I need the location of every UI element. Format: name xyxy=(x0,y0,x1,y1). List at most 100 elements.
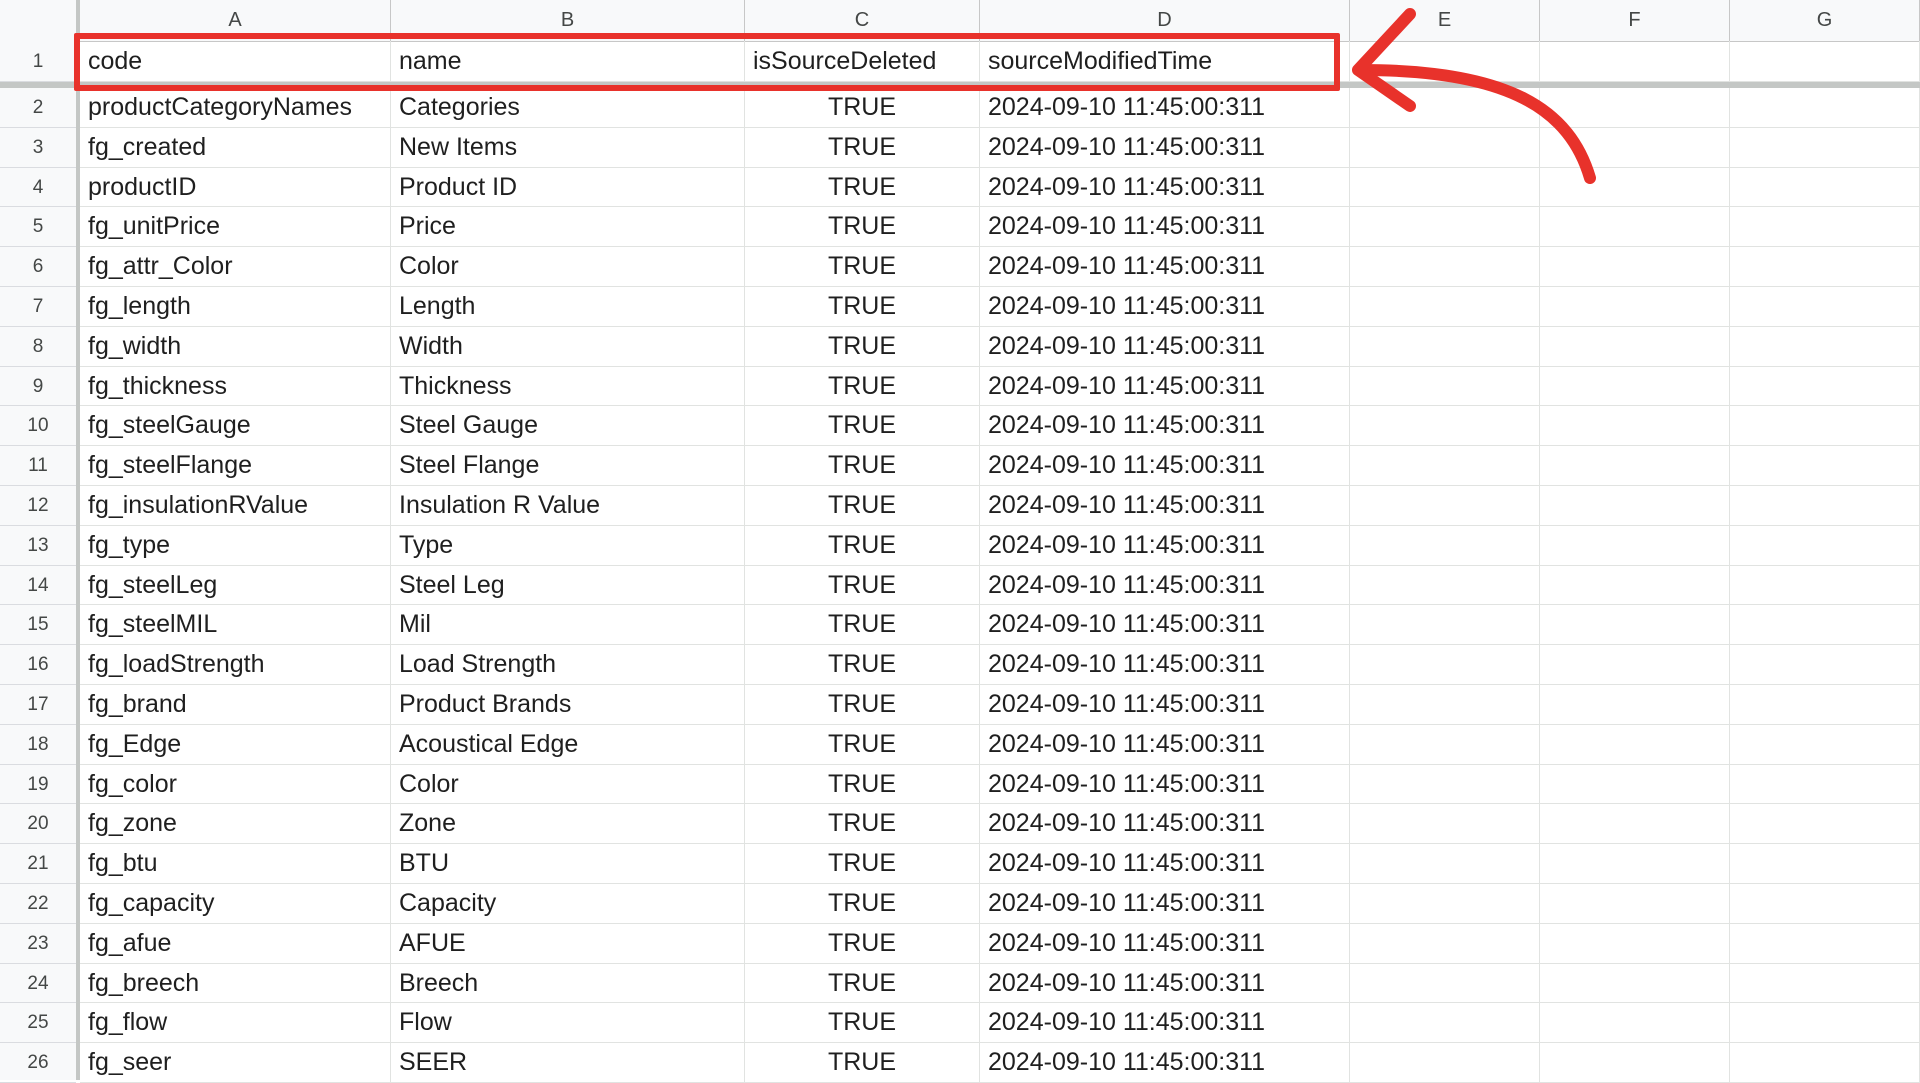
cell-e[interactable] xyxy=(1350,88,1540,127)
row-number[interactable]: 26 xyxy=(0,1043,76,1083)
cell-d[interactable]: 2024-09-10 11:45:00:311 xyxy=(980,725,1350,764)
cell-d[interactable]: 2024-09-10 11:45:00:311 xyxy=(980,526,1350,565)
cell-f[interactable] xyxy=(1540,725,1730,764)
cell-b[interactable]: Steel Gauge xyxy=(391,406,745,445)
cell-g[interactable] xyxy=(1730,1043,1920,1082)
cell-g[interactable] xyxy=(1730,566,1920,604)
cell-a[interactable]: fg_steelMIL xyxy=(80,605,391,644)
cell-f[interactable] xyxy=(1540,168,1730,206)
cell-e[interactable] xyxy=(1350,367,1540,405)
cell-e[interactable] xyxy=(1350,247,1540,286)
row-number[interactable]: 24 xyxy=(0,964,76,1003)
cell-f[interactable] xyxy=(1540,128,1730,167)
cell-f[interactable] xyxy=(1540,287,1730,326)
cell-f[interactable] xyxy=(1540,486,1730,525)
cell-f[interactable] xyxy=(1540,207,1730,246)
cell-a[interactable]: fg_steelGauge xyxy=(80,406,391,445)
cell-b[interactable]: Length xyxy=(391,287,745,326)
cell-d[interactable]: 2024-09-10 11:45:00:311 xyxy=(980,367,1350,405)
cell-g[interactable] xyxy=(1730,446,1920,485)
cell-c[interactable]: TRUE xyxy=(745,685,980,724)
cell-c[interactable]: TRUE xyxy=(745,725,980,764)
cell-a[interactable]: productID xyxy=(80,168,391,206)
cell-c[interactable]: TRUE xyxy=(745,327,980,366)
cell-b[interactable]: Thickness xyxy=(391,367,745,405)
row-number[interactable]: 1 xyxy=(0,41,76,82)
cell-a[interactable]: fg_flow xyxy=(80,1003,391,1042)
cell-g[interactable] xyxy=(1730,844,1920,883)
cell-b[interactable]: Width xyxy=(391,327,745,366)
cell-c[interactable]: TRUE xyxy=(745,605,980,644)
cell-d[interactable]: 2024-09-10 11:45:00:311 xyxy=(980,247,1350,286)
cell-a[interactable]: fg_afue xyxy=(80,924,391,963)
cell-e[interactable] xyxy=(1350,1043,1540,1082)
cell-d1[interactable]: sourceModifiedTime xyxy=(980,41,1350,81)
row-number[interactable]: 20 xyxy=(0,804,76,844)
cell-f[interactable] xyxy=(1540,685,1730,724)
cell-e[interactable] xyxy=(1350,884,1540,923)
cell-a[interactable]: fg_thickness xyxy=(80,367,391,405)
cell-b[interactable]: Color xyxy=(391,765,745,803)
cell-a[interactable]: fg_seer xyxy=(80,1043,391,1082)
cell-c[interactable]: TRUE xyxy=(745,765,980,803)
cell-b[interactable]: AFUE xyxy=(391,924,745,963)
cell-e[interactable] xyxy=(1350,168,1540,206)
cell-d[interactable]: 2024-09-10 11:45:00:311 xyxy=(980,128,1350,167)
cell-g[interactable] xyxy=(1730,367,1920,405)
cell-a[interactable]: fg_Edge xyxy=(80,725,391,764)
cell-g[interactable] xyxy=(1730,725,1920,764)
cell-c[interactable]: TRUE xyxy=(745,367,980,405)
cell-g[interactable] xyxy=(1730,327,1920,366)
cell-e[interactable] xyxy=(1350,645,1540,684)
cell-a1[interactable]: code xyxy=(80,41,391,81)
cell-g[interactable] xyxy=(1730,287,1920,326)
row-number[interactable]: 5 xyxy=(0,207,76,247)
column-header-f[interactable]: F xyxy=(1540,0,1730,41)
cell-a[interactable]: productCategoryNames xyxy=(80,88,391,127)
cell-c[interactable]: TRUE xyxy=(745,88,980,127)
cell-a[interactable]: fg_type xyxy=(80,526,391,565)
cell-c1[interactable]: isSourceDeleted xyxy=(745,41,980,81)
cell-d[interactable]: 2024-09-10 11:45:00:311 xyxy=(980,486,1350,525)
cell-c[interactable]: TRUE xyxy=(745,247,980,286)
cell-f[interactable] xyxy=(1540,964,1730,1002)
cell-b[interactable]: Load Strength xyxy=(391,645,745,684)
cell-a[interactable]: fg_unitPrice xyxy=(80,207,391,246)
cell-e[interactable] xyxy=(1350,486,1540,525)
cell-a[interactable]: fg_attr_Color xyxy=(80,247,391,286)
select-all-corner[interactable] xyxy=(0,0,80,41)
cell-c[interactable]: TRUE xyxy=(745,526,980,565)
cell-f[interactable] xyxy=(1540,804,1730,843)
cell-a[interactable]: fg_capacity xyxy=(80,884,391,923)
cell-d[interactable]: 2024-09-10 11:45:00:311 xyxy=(980,884,1350,923)
cell-g[interactable] xyxy=(1730,88,1920,127)
row-number[interactable]: 18 xyxy=(0,725,76,765)
cell-g[interactable] xyxy=(1730,964,1920,1002)
cell-b[interactable]: Type xyxy=(391,526,745,565)
cell-g[interactable] xyxy=(1730,526,1920,565)
cell-c[interactable]: TRUE xyxy=(745,446,980,485)
cell-g[interactable] xyxy=(1730,645,1920,684)
cell-b[interactable]: Color xyxy=(391,247,745,286)
cell-a[interactable]: fg_loadStrength xyxy=(80,645,391,684)
cell-d[interactable]: 2024-09-10 11:45:00:311 xyxy=(980,327,1350,366)
cell-b[interactable]: Capacity xyxy=(391,884,745,923)
cell-b[interactable]: Breech xyxy=(391,964,745,1002)
cell-g[interactable] xyxy=(1730,605,1920,644)
cell-e[interactable] xyxy=(1350,605,1540,644)
cell-f[interactable] xyxy=(1540,327,1730,366)
cell-a[interactable]: fg_steelFlange xyxy=(80,446,391,485)
cell-e[interactable] xyxy=(1350,446,1540,485)
cell-g[interactable] xyxy=(1730,765,1920,803)
cell-e[interactable] xyxy=(1350,526,1540,565)
cell-a[interactable]: fg_brand xyxy=(80,685,391,724)
cell-b[interactable]: Mil xyxy=(391,605,745,644)
cell-c[interactable]: TRUE xyxy=(745,964,980,1002)
cell-e[interactable] xyxy=(1350,406,1540,445)
cell-c[interactable]: TRUE xyxy=(745,924,980,963)
cell-f[interactable] xyxy=(1540,1003,1730,1042)
cell-f[interactable] xyxy=(1540,1043,1730,1082)
cell-d[interactable]: 2024-09-10 11:45:00:311 xyxy=(980,844,1350,883)
cell-e[interactable] xyxy=(1350,725,1540,764)
cell-b[interactable]: Categories xyxy=(391,88,745,127)
